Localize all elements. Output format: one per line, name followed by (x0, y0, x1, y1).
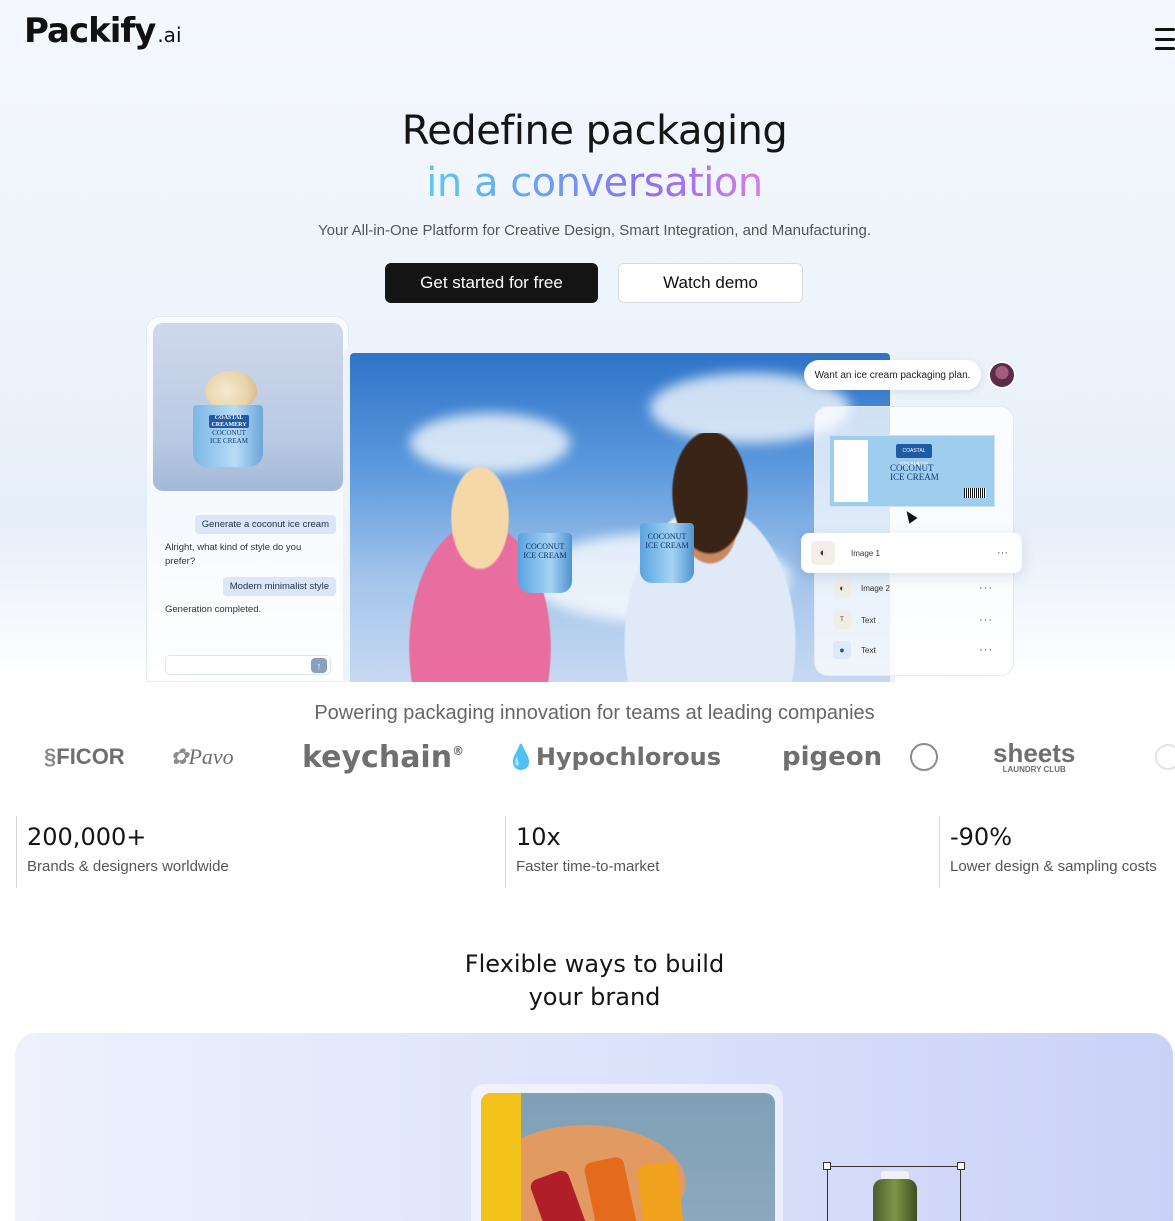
company-logo-sheets: sheets LAUNDRY CLUB (993, 738, 1076, 774)
logos-heading: Powering packaging innovation for teams … (314, 702, 875, 724)
company-logo-hypochlorous: 💧 Hypochlorous (506, 743, 722, 771)
chat-input[interactable]: ↑ (165, 655, 331, 675)
label-preview-brand: COASTAL CREAMERY (896, 444, 932, 468)
company-logo-round-icon (910, 734, 938, 780)
prompt-bubble: Want an ice cream packaging plan. (804, 360, 981, 390)
layer-row-selected[interactable]: ◐ Image 1 ··· (801, 533, 1022, 573)
hero-title-line1: Redefine packaging (401, 108, 788, 154)
ice-cream-tub: COCONUT ICE CREAM (640, 523, 694, 583)
logo-suffix: .ai (157, 23, 182, 47)
get-started-button[interactable]: Get started for free (385, 263, 598, 303)
coconut-icon: ◐ (833, 579, 851, 597)
label-preview: COASTAL CREAMERY COCONUT ICE CREAM (829, 435, 995, 507)
watch-demo-button[interactable]: Watch demo (618, 263, 803, 303)
stat-value: 10x (516, 823, 561, 851)
layer-row[interactable]: ◐ Image 2 ··· (819, 573, 1011, 603)
chat-message-user: Generate a coconut ice cream (194, 515, 336, 534)
company-logo-ficor: § FICOR (44, 744, 125, 769)
logo-icon: ● (833, 641, 851, 659)
hero-title-gradient: in a conversation (426, 160, 763, 206)
company-logo-keychain: keychain ® (302, 739, 465, 775)
chat-message-user: Modern minimalist style (222, 577, 336, 596)
cup-label-brand: COASTAL CREAMERY (209, 415, 249, 429)
hero-subtitle: Your All-in-One Platform for Creative De… (317, 222, 872, 239)
hero-title-line2: in a conversation (0, 160, 1175, 206)
barcode-icon (964, 488, 986, 498)
layer-name: Text (861, 645, 876, 655)
section-title: Flexible ways to build your brand (464, 950, 725, 1011)
chat-message-assistant: Generation completed. (165, 604, 262, 615)
stat-costs: -90% Lower design & sampling costs (939, 816, 1175, 888)
layer-row[interactable]: T Text ··· (819, 605, 1011, 635)
layer-name: Text (861, 615, 876, 625)
stat-speed: 10x Faster time-to-market (505, 816, 937, 888)
send-arrow-icon[interactable]: ↑ (311, 658, 327, 673)
stat-caption: Faster time-to-market (516, 858, 660, 876)
more-options-icon[interactable]: ··· (979, 644, 993, 656)
feature-card (15, 1033, 1173, 1221)
layer-name: Image 1 (851, 548, 880, 558)
ice-cream-tub: COCONUT ICE CREAM (518, 533, 572, 593)
stat-value: -90% (950, 823, 1013, 851)
company-logo-partial (1155, 734, 1175, 780)
layer-name: Image 2 (861, 583, 890, 593)
more-options-icon[interactable]: ··· (997, 547, 1008, 559)
ice-cream-product-image: COASTAL CREAMERY COCONUT ICE CREAM (153, 323, 343, 491)
chat-message-assistant: Alright, what kind of style do you prefe… (165, 542, 302, 567)
juice-bottles-photo (481, 1093, 775, 1221)
green-bottle-image (873, 1179, 917, 1221)
coconut-icon: ◐ (811, 541, 835, 565)
stat-brands: 200,000+ Brands & designers worldwide (16, 816, 504, 888)
stat-value: 200,000+ (27, 823, 147, 851)
logo-wordmark: Packify (24, 11, 156, 51)
stat-caption: Lower design & sampling costs (950, 858, 1157, 876)
layer-row[interactable]: ● Text ··· (819, 635, 1011, 665)
chat-demo-panel: COASTAL CREAMERY COCONUT ICE CREAM Gener… (146, 316, 349, 682)
more-options-icon[interactable]: ··· (979, 582, 993, 594)
stat-caption: Brands & designers worldwide (27, 858, 229, 876)
cup-label-product: COCONUT ICE CREAM (210, 429, 248, 445)
label-preview-product: COCONUT ICE CREAM (890, 463, 939, 482)
company-logo-pavo: ✿ Pavo (170, 744, 234, 769)
avatar (988, 361, 1016, 389)
company-logo-pigeon: pigeon (782, 742, 883, 772)
text-icon: T (833, 611, 851, 629)
hamburger-menu-icon[interactable] (1155, 26, 1175, 52)
couple-eating-ice-cream-photo: COCONUT ICE CREAM COCONUT ICE CREAM (350, 353, 890, 682)
logo[interactable]: Packify .ai (24, 14, 182, 48)
more-options-icon[interactable]: ··· (979, 614, 993, 626)
